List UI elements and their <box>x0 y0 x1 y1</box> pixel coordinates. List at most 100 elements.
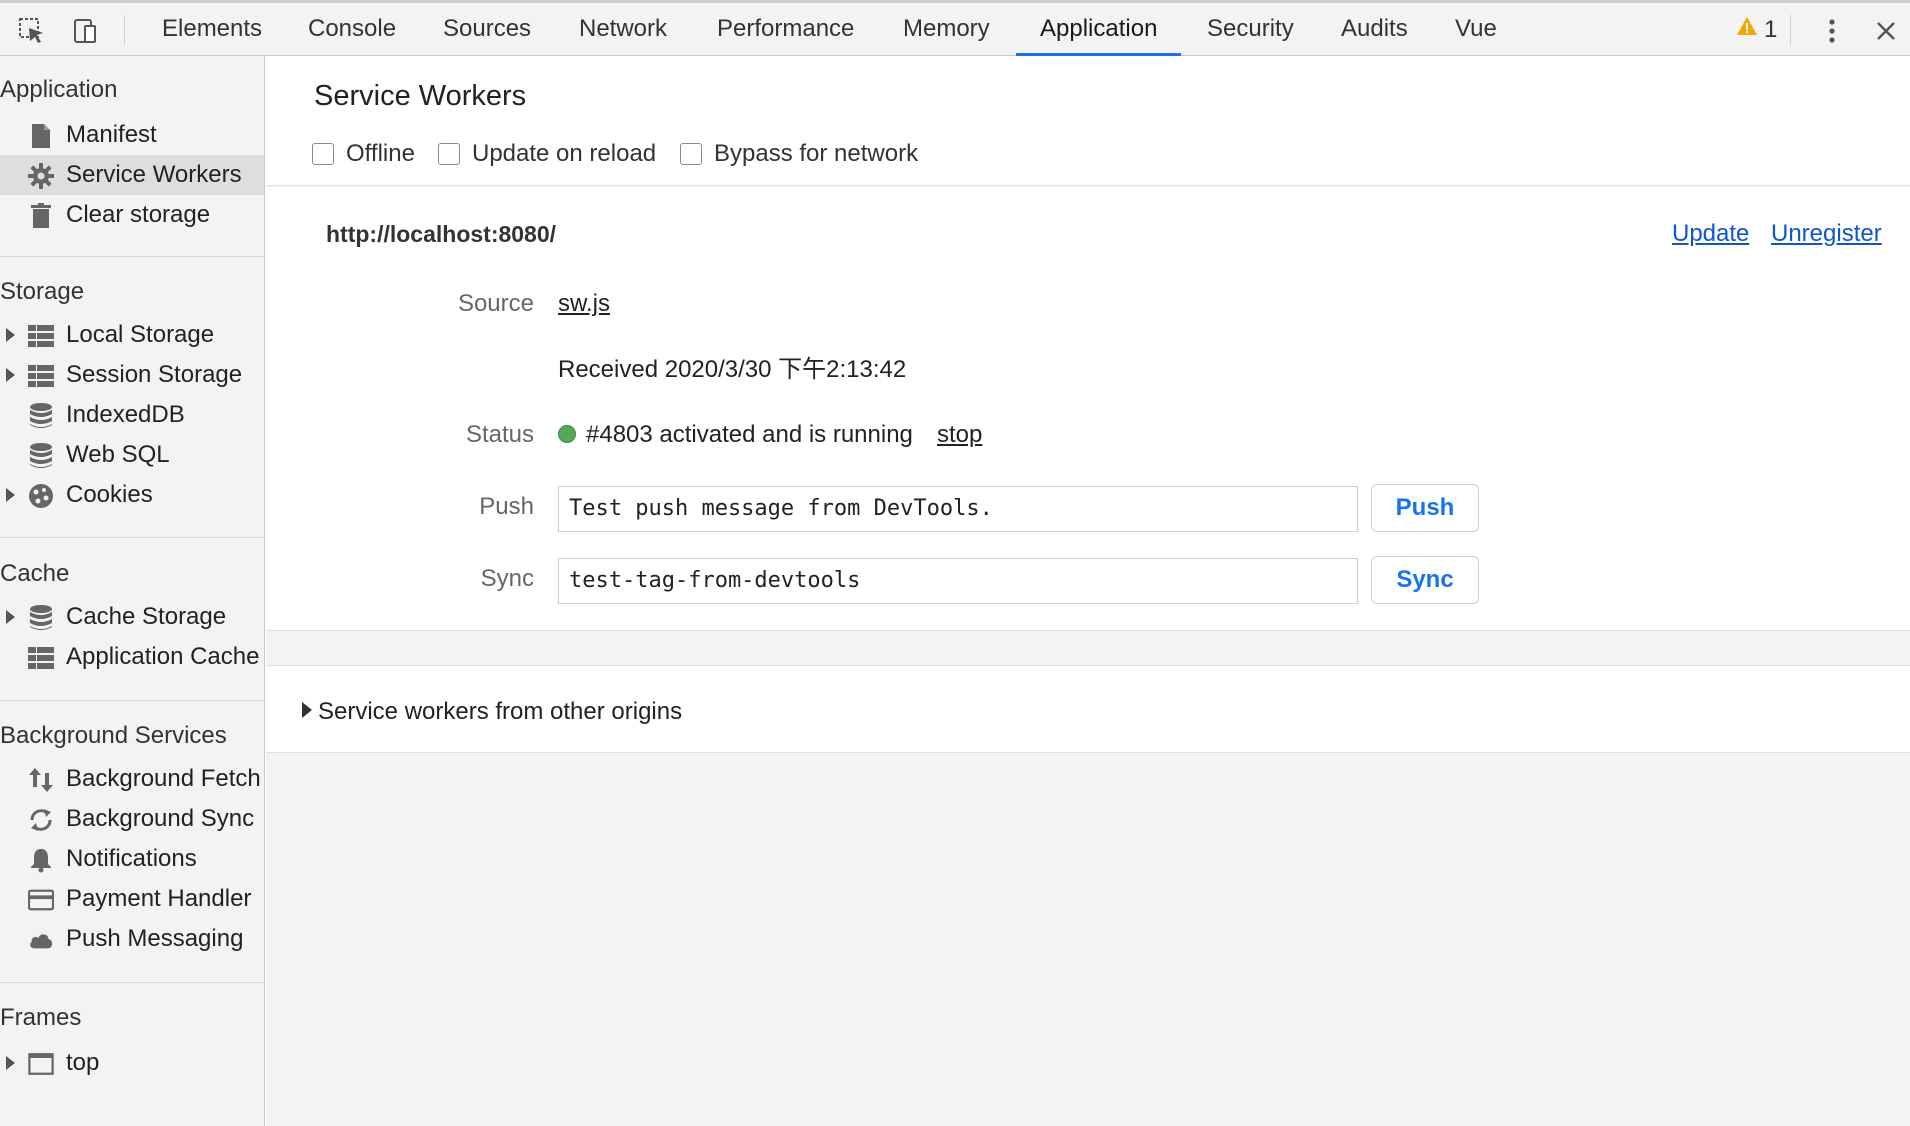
sidebar-item-manifest[interactable]: Manifest <box>0 115 264 155</box>
table-icon <box>28 363 54 389</box>
status-label: Status <box>465 421 534 448</box>
page-title: Service Workers <box>314 80 527 112</box>
database-icon <box>28 605 54 631</box>
update-on-reload-checkbox[interactable]: Update on reload <box>438 140 656 168</box>
source-link[interactable]: sw.js <box>558 290 610 318</box>
tab-application[interactable]: Application <box>1016 3 1182 56</box>
section-divider <box>0 700 264 701</box>
sidebar-item-background-sync[interactable]: Background Sync <box>0 799 264 839</box>
status-text: #4803 activated and is running <box>586 421 913 448</box>
sync-label: Sync <box>480 565 534 592</box>
table-icon <box>28 323 54 349</box>
tab-sources[interactable]: Sources <box>419 3 555 56</box>
sync-icon <box>28 807 54 833</box>
section-divider <box>0 982 264 983</box>
warning-count: 1 <box>1764 15 1778 43</box>
tab-performance[interactable]: Performance <box>693 3 878 56</box>
checkbox-box[interactable] <box>438 143 460 165</box>
sync-button[interactable]: Sync <box>1371 556 1479 604</box>
tab-console[interactable]: Console <box>284 3 420 56</box>
expand-arrow-icon[interactable] <box>6 488 15 502</box>
main-panel: Service Workers Offline Update on reload… <box>266 56 1910 1126</box>
sidebar-item-clear-storage[interactable]: Clear storage <box>0 195 264 235</box>
sidebar-item-push-messaging[interactable]: Push Messaging <box>0 919 264 959</box>
push-message-input[interactable]: Test push message from DevTools. <box>558 486 1358 532</box>
inspect-element-icon[interactable] <box>14 13 50 49</box>
sidebar-item-label: Session Storage <box>66 361 243 388</box>
frame-icon <box>28 1051 54 1077</box>
warning-icon <box>1736 4 1758 56</box>
toolbar-separator <box>1790 15 1791 45</box>
checkbox-box[interactable] <box>312 143 334 165</box>
sidebar-item-label: Service Workers <box>66 161 242 188</box>
sidebar-item-label: IndexedDB <box>66 401 185 428</box>
database-icon <box>28 443 54 469</box>
status-value: #4803 activated and is running <box>558 421 913 449</box>
expand-arrow-icon[interactable] <box>302 702 312 718</box>
credit-card-icon <box>28 887 54 913</box>
update-link[interactable]: Update <box>1672 220 1749 248</box>
gear-icon <box>28 163 54 189</box>
sidebar-item-cookies[interactable]: Cookies <box>0 475 264 515</box>
offline-checkbox[interactable]: Offline <box>312 140 415 168</box>
sidebar-item-label: Application Cache <box>66 643 260 670</box>
sidebar-item-label: Manifest <box>66 121 157 148</box>
sidebar-item-label: Local Storage <box>66 321 215 348</box>
sidebar-item-notifications[interactable]: Notifications <box>0 839 264 879</box>
section-divider <box>0 537 264 538</box>
sync-tag-input[interactable]: test-tag-from-devtools <box>558 558 1358 604</box>
sidebar-item-payment-handler[interactable]: Payment Handler <box>0 879 264 919</box>
section-divider <box>0 256 264 257</box>
sidebar-item-label: Notifications <box>66 845 197 872</box>
push-button[interactable]: Push <box>1371 484 1479 532</box>
sidebar-item-cache-storage[interactable]: Cache Storage <box>0 597 264 637</box>
database-icon <box>28 403 54 429</box>
sidebar-section-application: Application <box>0 76 118 103</box>
sidebar-item-frame-top[interactable]: top <box>0 1043 264 1083</box>
sidebar-item-label: Payment Handler <box>66 885 252 912</box>
more-options-icon[interactable] <box>1814 13 1850 49</box>
sidebar-item-indexeddb[interactable]: IndexedDB <box>0 395 264 435</box>
tab-vue[interactable]: Vue <box>1431 3 1521 56</box>
service-workers-header: Service Workers Offline Update on reload… <box>266 56 1910 186</box>
other-origins-section[interactable]: Service workers from other origins <box>266 665 1910 753</box>
document-icon <box>28 123 54 149</box>
unregister-link[interactable]: Unregister <box>1771 220 1882 248</box>
worker-origin: http://localhost:8080/ <box>326 221 557 247</box>
tab-elements[interactable]: Elements <box>138 3 286 56</box>
checkbox-label: Update on reload <box>472 140 657 167</box>
tab-audits[interactable]: Audits <box>1317 3 1432 56</box>
checkbox-box[interactable] <box>680 143 702 165</box>
sidebar-item-label: Push Messaging <box>66 925 244 952</box>
stop-link[interactable]: stop <box>937 421 982 449</box>
other-origins-label: Service workers from other origins <box>318 698 683 725</box>
warnings-counter[interactable]: 1 <box>1736 3 1777 56</box>
sidebar-item-background-fetch[interactable]: Background Fetch <box>0 759 264 799</box>
bypass-for-network-checkbox[interactable]: Bypass for network <box>680 140 918 168</box>
tab-network[interactable]: Network <box>555 3 691 56</box>
expand-arrow-icon[interactable] <box>6 368 15 382</box>
device-toolbar-icon[interactable] <box>68 13 104 49</box>
sidebar-section-storage: Storage <box>0 278 85 305</box>
sidebar-item-session-storage[interactable]: Session Storage <box>0 355 264 395</box>
devtools-toolbar: Elements Console Sources Network Perform… <box>0 0 1910 56</box>
bell-icon <box>28 847 54 873</box>
sidebar-item-web-sql[interactable]: Web SQL <box>0 435 264 475</box>
cloud-icon <box>28 927 54 953</box>
service-worker-card: http://localhost:8080/ Update Unregister… <box>266 187 1910 631</box>
tab-security[interactable]: Security <box>1183 3 1318 56</box>
close-icon[interactable] <box>1868 13 1904 49</box>
checkbox-label: Offline <box>346 140 415 167</box>
expand-arrow-icon[interactable] <box>6 610 15 624</box>
sidebar-item-local-storage[interactable]: Local Storage <box>0 315 264 355</box>
received-timestamp: Received 2020/3/30 下午2:13:42 <box>558 356 907 383</box>
sidebar-item-application-cache[interactable]: Application Cache <box>0 637 264 677</box>
push-label: Push <box>479 493 534 520</box>
sidebar-item-service-workers[interactable]: Service Workers <box>0 155 264 195</box>
expand-arrow-icon[interactable] <box>6 328 15 342</box>
sidebar-item-label: Background Sync <box>66 805 255 832</box>
expand-arrow-icon[interactable] <box>6 1056 15 1070</box>
sidebar-item-label: Web SQL <box>66 441 170 468</box>
tab-memory[interactable]: Memory <box>879 3 1014 56</box>
source-label: Source <box>457 290 534 317</box>
